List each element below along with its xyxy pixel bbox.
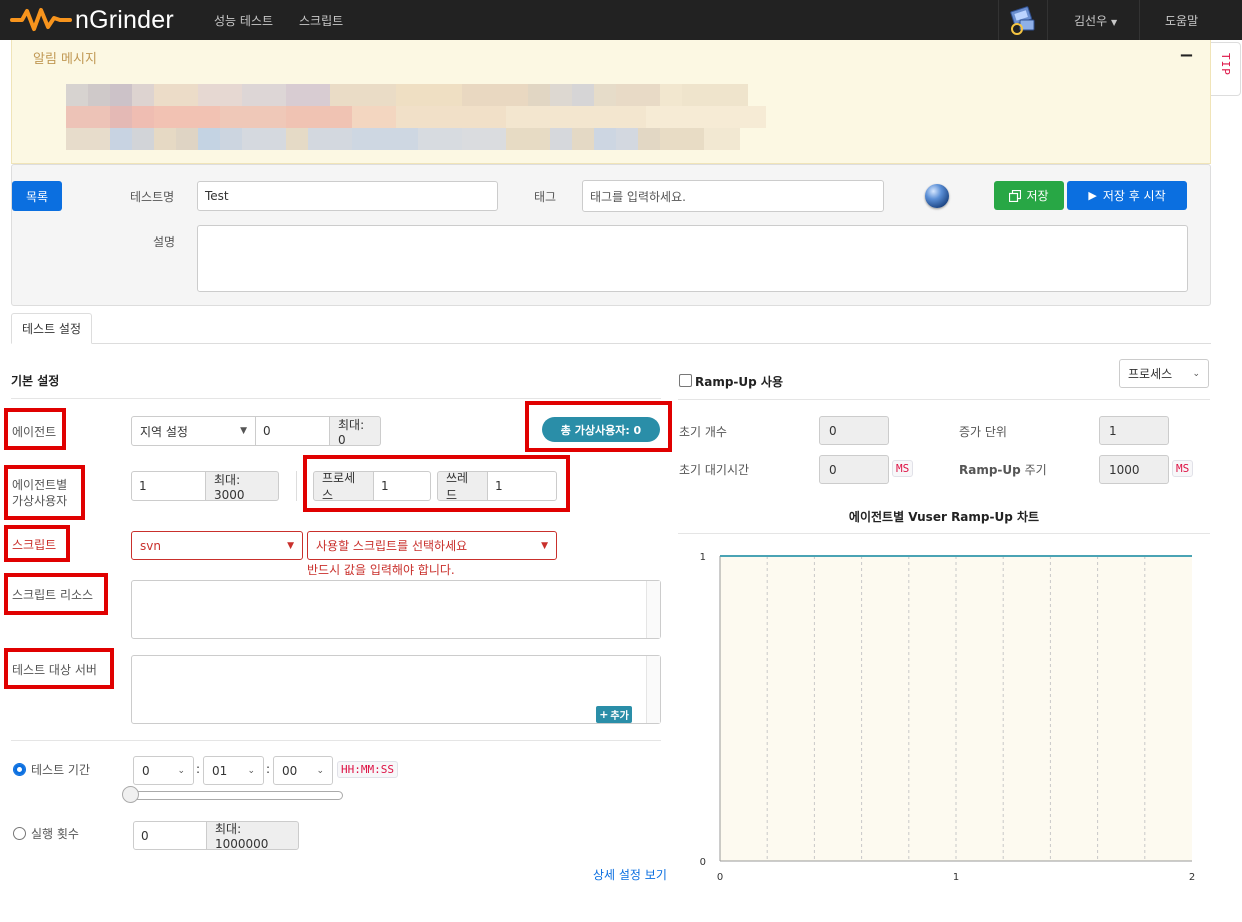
add-target-button[interactable]: + 추가 (596, 706, 632, 723)
chevron-down-icon: ⌄ (177, 765, 185, 776)
chart-y-tick-label: 1 (700, 552, 706, 563)
alert-title: 알림 메시지 (33, 52, 97, 67)
blurred-message-line (56, 128, 776, 150)
caret-down-icon: ▼ (541, 540, 548, 551)
script-error-text: 반드시 값을 입력해야 합니다. (307, 563, 455, 577)
caret-down-icon: ▼ (240, 426, 247, 436)
list-button[interactable]: 목록 (12, 181, 62, 211)
description-textarea[interactable] (197, 225, 1188, 292)
interval-label: Ramp-Up 주기 (959, 463, 1047, 477)
play-icon: ▶ (1088, 189, 1097, 202)
rampup-chart: 0 1 2 0 1 (700, 552, 1196, 883)
vuser-label-line2: 가상사용자 (12, 494, 68, 508)
caret-down-icon: ▼ (287, 540, 294, 551)
script-label: 스크립트 (12, 538, 57, 552)
script-resource-label: 스크립트 리소스 (12, 588, 94, 602)
step-input[interactable]: 1 (1099, 416, 1169, 445)
blurred-message-line (56, 106, 776, 128)
user-menu[interactable]: 김선우 ▼ (1074, 12, 1117, 29)
chart-x-tick-label: 0 (717, 872, 723, 883)
tip-toggle[interactable]: TIP (1211, 42, 1241, 96)
target-server-textarea[interactable] (131, 655, 661, 724)
total-vusers-badge: 총 가상사용자: 0 (542, 417, 660, 442)
runcount-input[interactable]: 0 (133, 821, 207, 850)
duration-seconds-select[interactable]: 00 ⌄ (273, 756, 333, 785)
thread-addon: 쓰레드 (437, 471, 488, 502)
agent-count-input[interactable]: 0 (255, 416, 330, 446)
tag-input[interactable]: 태그를 입력하세요. (582, 180, 884, 212)
vuser-max-addon: 최대: 3000 (205, 471, 279, 502)
test-name-label: 테스트명 (130, 190, 175, 204)
save-button[interactable]: 저장 (994, 181, 1064, 210)
scrollbar[interactable] (646, 581, 660, 638)
pulse-logo-icon (10, 8, 72, 31)
script-select[interactable]: 사용할 스크립트를 선택하세요 ▼ (307, 531, 557, 560)
duration-slider[interactable] (126, 791, 343, 800)
region-select[interactable]: 지역 설정 ▼ (131, 416, 256, 446)
agent-label: 에이전트 (12, 425, 57, 439)
vuser-label-line1: 에이전트별 (12, 478, 68, 492)
duration-format-hint: HH:MM:SS (337, 761, 398, 778)
ms-unit: MS (892, 460, 914, 477)
collapse-button[interactable]: − (1179, 45, 1194, 66)
rampup-enable-label: Ramp-Up 사용 (695, 375, 784, 389)
init-count-label: 초기 개수 (679, 425, 727, 439)
basic-settings-title: 기본 설정 (11, 374, 60, 388)
top-navbar: nGrinder 성능 테스트 스크립트 김선우 ▼ 도움말 (0, 0, 1242, 40)
nav-performance-test[interactable]: 성능 테스트 (214, 12, 273, 29)
plus-icon: + (599, 708, 609, 721)
duration-hours-select[interactable]: 0 ⌄ (133, 756, 194, 785)
chart-x-tick-label: 1 (953, 872, 959, 883)
nav-script[interactable]: 스크립트 (299, 12, 343, 29)
init-sleep-input[interactable]: 0 (819, 455, 889, 484)
copy-icon (1009, 189, 1022, 202)
thread-input[interactable]: 1 (487, 471, 557, 501)
app-logo[interactable]: nGrinder (10, 4, 174, 36)
nav-divider (998, 0, 999, 40)
chart-y-tick-label: 0 (700, 857, 706, 868)
init-count-input[interactable]: 0 (819, 416, 889, 445)
duration-label: 테스트 기간 (31, 763, 91, 777)
agent-max-addon: 최대: 0 (329, 416, 381, 447)
help-link[interactable]: 도움말 (1165, 12, 1198, 29)
tag-label: 태그 (534, 190, 557, 204)
save-and-run-button[interactable]: ▶ 저장 후 시작 (1067, 181, 1187, 210)
chart-x-tick-label: 2 (1189, 872, 1195, 883)
scrollbar[interactable] (646, 656, 660, 723)
advanced-settings-link[interactable]: 상세 설정 보기 (593, 866, 667, 883)
vuser-input[interactable]: 1 (131, 471, 206, 501)
runcount-label: 실행 횟수 (31, 827, 79, 841)
description-label: 설명 (153, 235, 176, 249)
step-label: 증가 단위 (959, 425, 1007, 439)
chevron-down-icon: ⌄ (247, 765, 255, 776)
process-addon: 프로세스 (313, 471, 374, 502)
rampup-type-select[interactable]: 프로세스 ⌄ (1119, 359, 1209, 388)
init-sleep-label: 초기 대기시간 (679, 463, 750, 477)
process-input[interactable]: 1 (373, 471, 431, 501)
chevron-down-icon: ⌄ (1192, 368, 1200, 379)
target-server-label: 테스트 대상 서버 (12, 663, 97, 677)
runcount-radio[interactable] (13, 827, 26, 840)
test-header-form: 목록 테스트명 Test 태그 태그를 입력하세요. 저장 ▶ 저장 후 시작 … (11, 164, 1211, 306)
script-repo-select[interactable]: svn ▼ (131, 531, 303, 560)
duration-radio[interactable] (13, 763, 26, 776)
rampup-checkbox[interactable] (679, 374, 692, 387)
blurred-message-line (56, 84, 776, 106)
interval-input[interactable]: 1000 (1099, 455, 1169, 484)
app-name: nGrinder (75, 5, 174, 34)
tab-test-settings[interactable]: 테스트 설정 (11, 313, 92, 344)
alert-panel: 알림 메시지 − (11, 40, 1211, 164)
test-name-input[interactable]: Test (197, 181, 498, 211)
agent-status-icon[interactable] (1006, 4, 1038, 36)
duration-slider-handle[interactable] (122, 786, 139, 803)
chevron-down-icon: ⌄ (316, 765, 324, 776)
chart-title: 에이전트별 Vuser Ramp-Up 차트 (848, 510, 1040, 524)
runcount-max-addon: 최대: 1000000 (206, 821, 299, 851)
script-resource-textarea[interactable] (131, 580, 661, 639)
duration-minutes-select[interactable]: 01 ⌄ (203, 756, 264, 785)
globe-icon (925, 184, 949, 208)
ms-unit: MS (1172, 460, 1194, 477)
